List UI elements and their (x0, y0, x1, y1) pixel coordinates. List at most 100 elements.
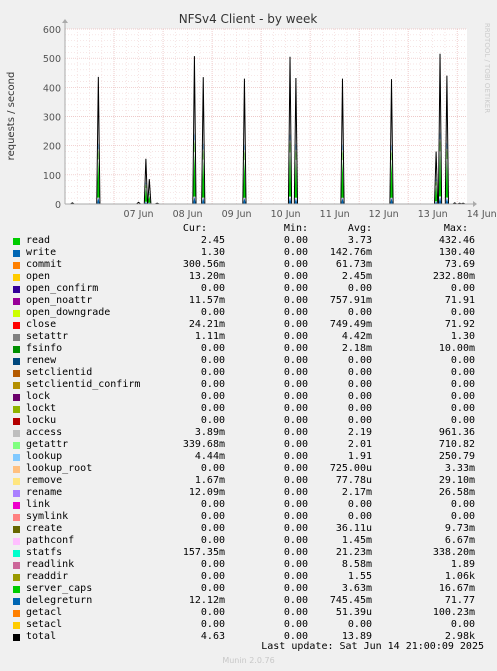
legend-max: 6.67m (444, 535, 475, 546)
legend-avg: 0.00 (347, 403, 372, 414)
legend-min: 0.00 (283, 283, 308, 294)
legend-min: 0.00 (283, 439, 308, 450)
legend-row-readdir: readdir 0.00 0.00 1.55 1.06k (0, 571, 497, 583)
legend-cur: 4.63 (200, 631, 225, 642)
legend-max: 9.73m (444, 523, 475, 534)
legend-max: 0.00 (450, 391, 475, 402)
legend-row-readlink: readlink 0.00 0.00 8.58m 1.89 (0, 559, 497, 571)
legend-cur: 0.00 (200, 523, 225, 534)
legend-min: 0.00 (283, 475, 308, 486)
legend-label: open (26, 271, 51, 282)
legend-swatch (13, 310, 20, 317)
legend-cur: 0.00 (200, 283, 225, 294)
legend-min: 0.00 (283, 379, 308, 390)
legend-max: 232.80m (432, 271, 475, 282)
legend-max: 0.00 (450, 499, 475, 510)
legend-min: 0.00 (283, 343, 308, 354)
legend-row-pathconf: pathconf 0.00 0.00 1.45m 6.67m (0, 535, 497, 547)
legend-label: delegreturn (26, 595, 93, 606)
legend-avg: 8.58m (341, 559, 372, 570)
legend-swatch (13, 382, 20, 389)
legend-avg: 1.45m (341, 535, 372, 546)
legend-swatch (13, 430, 20, 437)
legend-min: 0.00 (283, 319, 308, 330)
legend-min: 0.00 (283, 595, 308, 606)
legend-swatch (13, 502, 20, 509)
legend-row-getattr: getattr 339.68m 0.00 2.01 710.82 (0, 439, 497, 451)
legend-swatch (13, 526, 20, 533)
munin-version: Munin 2.0.76 (222, 656, 275, 665)
legend-swatch (13, 478, 20, 485)
legend-cur: 12.12m (188, 595, 225, 606)
legend-avg: 757.91m (329, 295, 372, 306)
legend-label: getattr (26, 439, 69, 450)
legend-cur: 0.00 (200, 571, 225, 582)
legend-label: read (26, 235, 51, 246)
legend-min: 0.00 (283, 559, 308, 570)
legend-avg: 0.00 (347, 283, 372, 294)
legend-min: 0.00 (283, 247, 308, 258)
legend-label: access (26, 427, 63, 438)
legend-max: 29.10m (438, 475, 475, 486)
legend-swatch (13, 406, 20, 413)
legend-cur: 0.00 (200, 559, 225, 570)
x-tick-label: 14 Jun (467, 209, 497, 220)
legend-swatch (13, 286, 20, 293)
legend-row-lock: lock 0.00 0.00 0.00 0.00 (0, 391, 497, 403)
legend-avg: 0.00 (347, 355, 372, 366)
y-tick-label: 300 (43, 113, 61, 124)
legend-max: 100.23m (432, 607, 475, 618)
legend-max: 16.67m (438, 583, 475, 594)
legend-max: 0.00 (450, 283, 475, 294)
legend-avg: 36.11u (335, 523, 372, 534)
legend-swatch (13, 334, 20, 341)
legend-cur: 0.00 (200, 403, 225, 414)
legend-row-locku: locku 0.00 0.00 0.00 0.00 (0, 415, 497, 427)
legend-label: locku (26, 415, 57, 426)
legend-min: 0.00 (283, 391, 308, 402)
legend-min: 0.00 (283, 307, 308, 318)
legend-row-renew: renew 0.00 0.00 0.00 0.00 (0, 355, 497, 367)
y-tick-label: 400 (43, 83, 61, 94)
legend-max: 73.69 (444, 259, 475, 270)
legend-label: close (26, 319, 57, 330)
legend-row-write: write 1.30 0.00 142.76m 130.40 (0, 247, 497, 259)
legend-row-server-caps: server_caps 0.00 0.00 3.63m 16.67m (0, 583, 497, 595)
chart: 0 100 200 300 400 500 600 07 Jun 08 Jun 09 Jun 10 … (6, 12, 497, 220)
legend-swatch (13, 298, 20, 305)
legend-cur: 13.20m (188, 271, 225, 282)
legend-max: 130.40 (438, 247, 475, 258)
legend-avg: 0.00 (347, 367, 372, 378)
legend-max: 0.00 (450, 367, 475, 378)
legend-row-remove: remove 1.67m 0.00 77.78u 29.10m (0, 475, 497, 487)
legend-max: 1.30 (450, 331, 475, 342)
legend-row-read: read 2.45 0.00 3.73 432.46 (0, 235, 497, 247)
legend-max: 0.00 (450, 403, 475, 414)
legend-swatch (13, 574, 20, 581)
legend-cur: 11.57m (188, 295, 225, 306)
legend-swatch (13, 322, 20, 329)
legend-row-lookup: lookup 4.44m 0.00 1.91 250.79 (0, 451, 497, 463)
legend-row-getacl: getacl 0.00 0.00 51.39u 100.23m (0, 607, 497, 619)
legend-swatch (13, 358, 20, 365)
legend-label: setattr (26, 331, 69, 342)
legend-cur: 1.11m (194, 331, 225, 342)
legend-cur: 0.00 (200, 607, 225, 618)
x-tick-label: 07 Jun (124, 209, 154, 220)
legend-avg: 2.18m (341, 343, 372, 354)
y-tick-label: 200 (43, 142, 61, 153)
legend-max: 961.36 (438, 427, 475, 438)
legend-label: server_caps (26, 583, 93, 594)
legend-label: lookup (26, 451, 63, 462)
legend-min: 0.00 (283, 355, 308, 366)
legend-max: 3.33m (444, 463, 475, 474)
legend-max: 1.06k (444, 571, 475, 582)
legend-avg: 2.45m (341, 271, 372, 282)
legend-cur: 4.44m (194, 451, 225, 462)
legend-label: pathconf (26, 535, 75, 546)
legend-row-statfs: statfs 157.35m 0.00 21.23m 338.20m (0, 547, 497, 559)
legend-avg: 61.73m (335, 259, 372, 270)
legend-avg: 0.00 (347, 499, 372, 510)
legend-label: write (26, 247, 57, 258)
legend-cur: 0.00 (200, 583, 225, 594)
